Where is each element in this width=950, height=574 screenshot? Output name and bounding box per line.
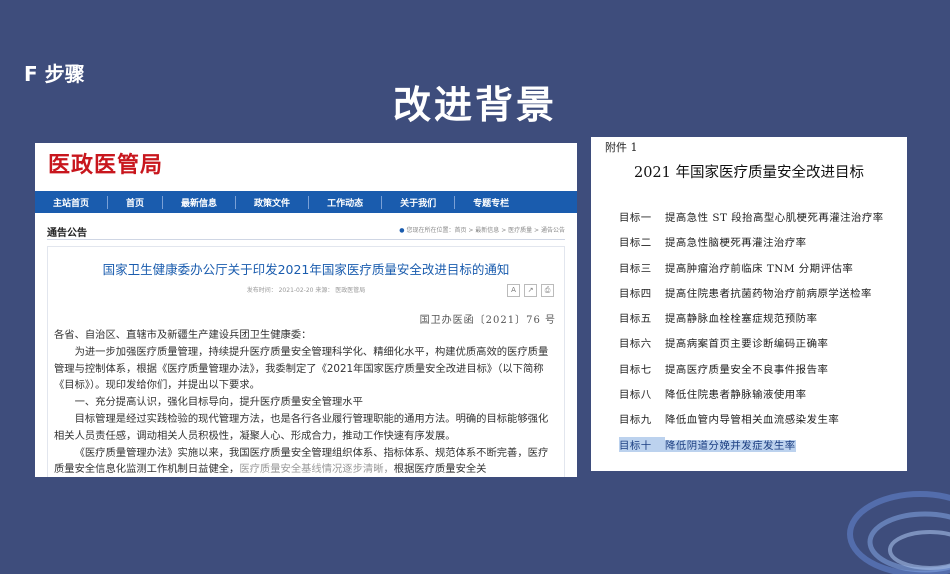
article-meta: 发布时间： 2021-02-20 来源： 医政医管局: [246, 287, 366, 294]
goal-text: 降低阴道分娩并发症发生率: [665, 439, 796, 452]
goal-item: 目标九 降低血管内导管相关血流感染发生率: [619, 411, 901, 436]
slide-title: 改进背景: [392, 83, 557, 127]
trailing-text: 根据医疗质量安全关: [393, 463, 487, 476]
section-heading-one: 一、充分提高认识，强化目标导向，提升医疗质量安全管理水平: [74, 396, 363, 409]
breadcrumb: ● 您现在所在位置：首页 > 最新信息 > 医疗质量 > 通告公告: [399, 225, 565, 234]
nav-item-latest[interactable]: 最新信息: [163, 195, 237, 209]
goals-title: 2021 年国家医疗质量安全改进目标: [633, 165, 864, 181]
goal-label: 目标八: [619, 389, 652, 402]
goal-text: 提高静脉血栓栓塞症规范预防率: [665, 313, 818, 326]
paragraph-target-management: 目标管理是经过实践检验的现代管理方法，也是各行各业履行管理职能的通用方法。明确的…: [54, 412, 549, 442]
section-label: 通告公告: [47, 228, 87, 239]
goal-text: 提高急性脑梗死再灌注治疗率: [665, 237, 807, 250]
goal-item: 目标一 提高急性 ST 段抬高型心肌梗死再灌注治疗率: [619, 209, 901, 234]
goal-label: 目标三: [619, 262, 652, 275]
goals-document-screenshot: 附件 1 2021 年国家医疗质量安全改进目标 目标一 提高急性 ST 段抬高型心…: [591, 137, 907, 471]
goal-label: 目标十: [619, 436, 665, 452]
nav-item-policy[interactable]: 政策文件: [236, 195, 310, 209]
goal-item: 目标二 提高急性脑梗死再灌注治疗率: [619, 234, 901, 259]
goal-text: 提高病案首页主要诊断编码正确率: [665, 338, 829, 351]
nav-item-main-site[interactable]: 主站首页: [35, 195, 109, 209]
goal-item: 目标六 提高病案首页主要诊断编码正确率: [619, 335, 901, 360]
nav-item-home[interactable]: 首页: [108, 195, 164, 209]
goal-label: 目标七: [619, 363, 652, 376]
nav-item-special[interactable]: 专题专栏: [455, 196, 527, 209]
goal-text: 降低住院患者静脉输液使用率: [665, 389, 807, 402]
goal-label: 目标五: [619, 313, 652, 326]
font-size-icon[interactable]: A: [507, 284, 520, 297]
paragraph-implementation: 《医疗质量管理办法》实施以来，我国医疗质量安全管理组织体系、指标体系、规范体系不…: [54, 445, 558, 477]
goal-text: 提高急性 ST 段抬高型心肌梗死再灌注治疗率: [665, 212, 884, 224]
goals-list: 目标一 提高急性 ST 段抬高型心肌梗死再灌注治疗率 目标二 提高急性脑梗死再灌注治…: [619, 209, 901, 462]
nav-item-work-news[interactable]: 工作动态: [309, 195, 383, 209]
goal-item: 目标四 提高住院患者抗菌药物治疗前病原学送检率: [619, 285, 901, 310]
article-panel: 国家卫生健康委办公厅关于印发2021年国家医疗质量安全改进目标的通知 发布时间：…: [47, 246, 565, 477]
goal-text: 提高住院患者抗菌药物治疗前病原学送检率: [665, 287, 872, 300]
article-tools: A ↗ ⎙: [507, 284, 554, 297]
goal-label: 目标四: [619, 287, 652, 300]
goal-text: 提高医疗质量安全不良事件报告率: [665, 363, 829, 376]
goal-text: 降低血管内导管相关血流感染发生率: [665, 414, 840, 427]
article-body: 各省、自治区、直辖市及新疆生产建设兵团卫生健康委： 为进一步加强医疗质量管理，持…: [54, 327, 558, 477]
document-number: 国卫办医函〔2021〕76 号: [419, 315, 556, 326]
goal-item: 目标八 降低住院患者静脉输液使用率: [619, 386, 901, 411]
faded-text: 医疗质量安全基线情况逐步清晰，: [239, 463, 394, 476]
goal-item-selected[interactable]: 目标十 降低阴道分娩并发症发生率: [619, 436, 901, 462]
breadcrumb-text[interactable]: 您现在所在位置：首页 > 最新信息 > 医疗质量 > 通告公告: [406, 227, 565, 234]
goal-item: 目标三 提高肿瘤治疗前临床 TNM 分期评估率: [619, 260, 901, 285]
section-header-row: 通告公告 ● 您现在所在位置：首页 > 最新信息 > 医疗质量 > 通告公告: [47, 221, 565, 240]
share-icon[interactable]: ↗: [524, 284, 537, 297]
goal-label: 目标二: [619, 237, 652, 250]
article-title: 国家卫生健康委办公厅关于印发2021年国家医疗质量安全改进目标的通知: [102, 262, 510, 277]
site-nav-bar: 主站首页 首页 最新信息 政策文件 工作动态 关于我们 专题专栏: [35, 191, 577, 213]
goal-label: 目标六: [619, 338, 652, 351]
goal-label: 目标一: [619, 212, 652, 224]
paragraph-intro: 为进一步加强医疗质量管理，持续提升医疗质量安全管理科学化、精细化水平，构建优质高…: [54, 345, 549, 392]
goal-item: 目标五 提高静脉血栓栓塞症规范预防率: [619, 310, 901, 335]
location-pin-icon: ●: [399, 227, 405, 234]
goal-item: 目标七 提高医疗质量安全不良事件报告率: [619, 361, 901, 386]
goal-text: 提高肿瘤治疗前临床 TNM 分期评估率: [665, 262, 854, 275]
print-icon[interactable]: ⎙: [541, 284, 554, 297]
decorative-swirl-graphic: [847, 491, 950, 574]
notice-webpage-screenshot: 医政医管局 主站首页 首页 最新信息 政策文件 工作动态 关于我们 专题专栏 通…: [35, 143, 577, 477]
salutation: 各省、自治区、直辖市及新疆生产建设兵团卫生健康委：: [54, 329, 312, 341]
site-logo: 医政医管局: [48, 152, 164, 178]
nav-item-about[interactable]: 关于我们: [382, 195, 456, 209]
goal-label: 目标九: [619, 414, 652, 427]
attachment-label: 附件 1: [605, 141, 638, 154]
site-header: 医政医管局: [35, 143, 577, 189]
